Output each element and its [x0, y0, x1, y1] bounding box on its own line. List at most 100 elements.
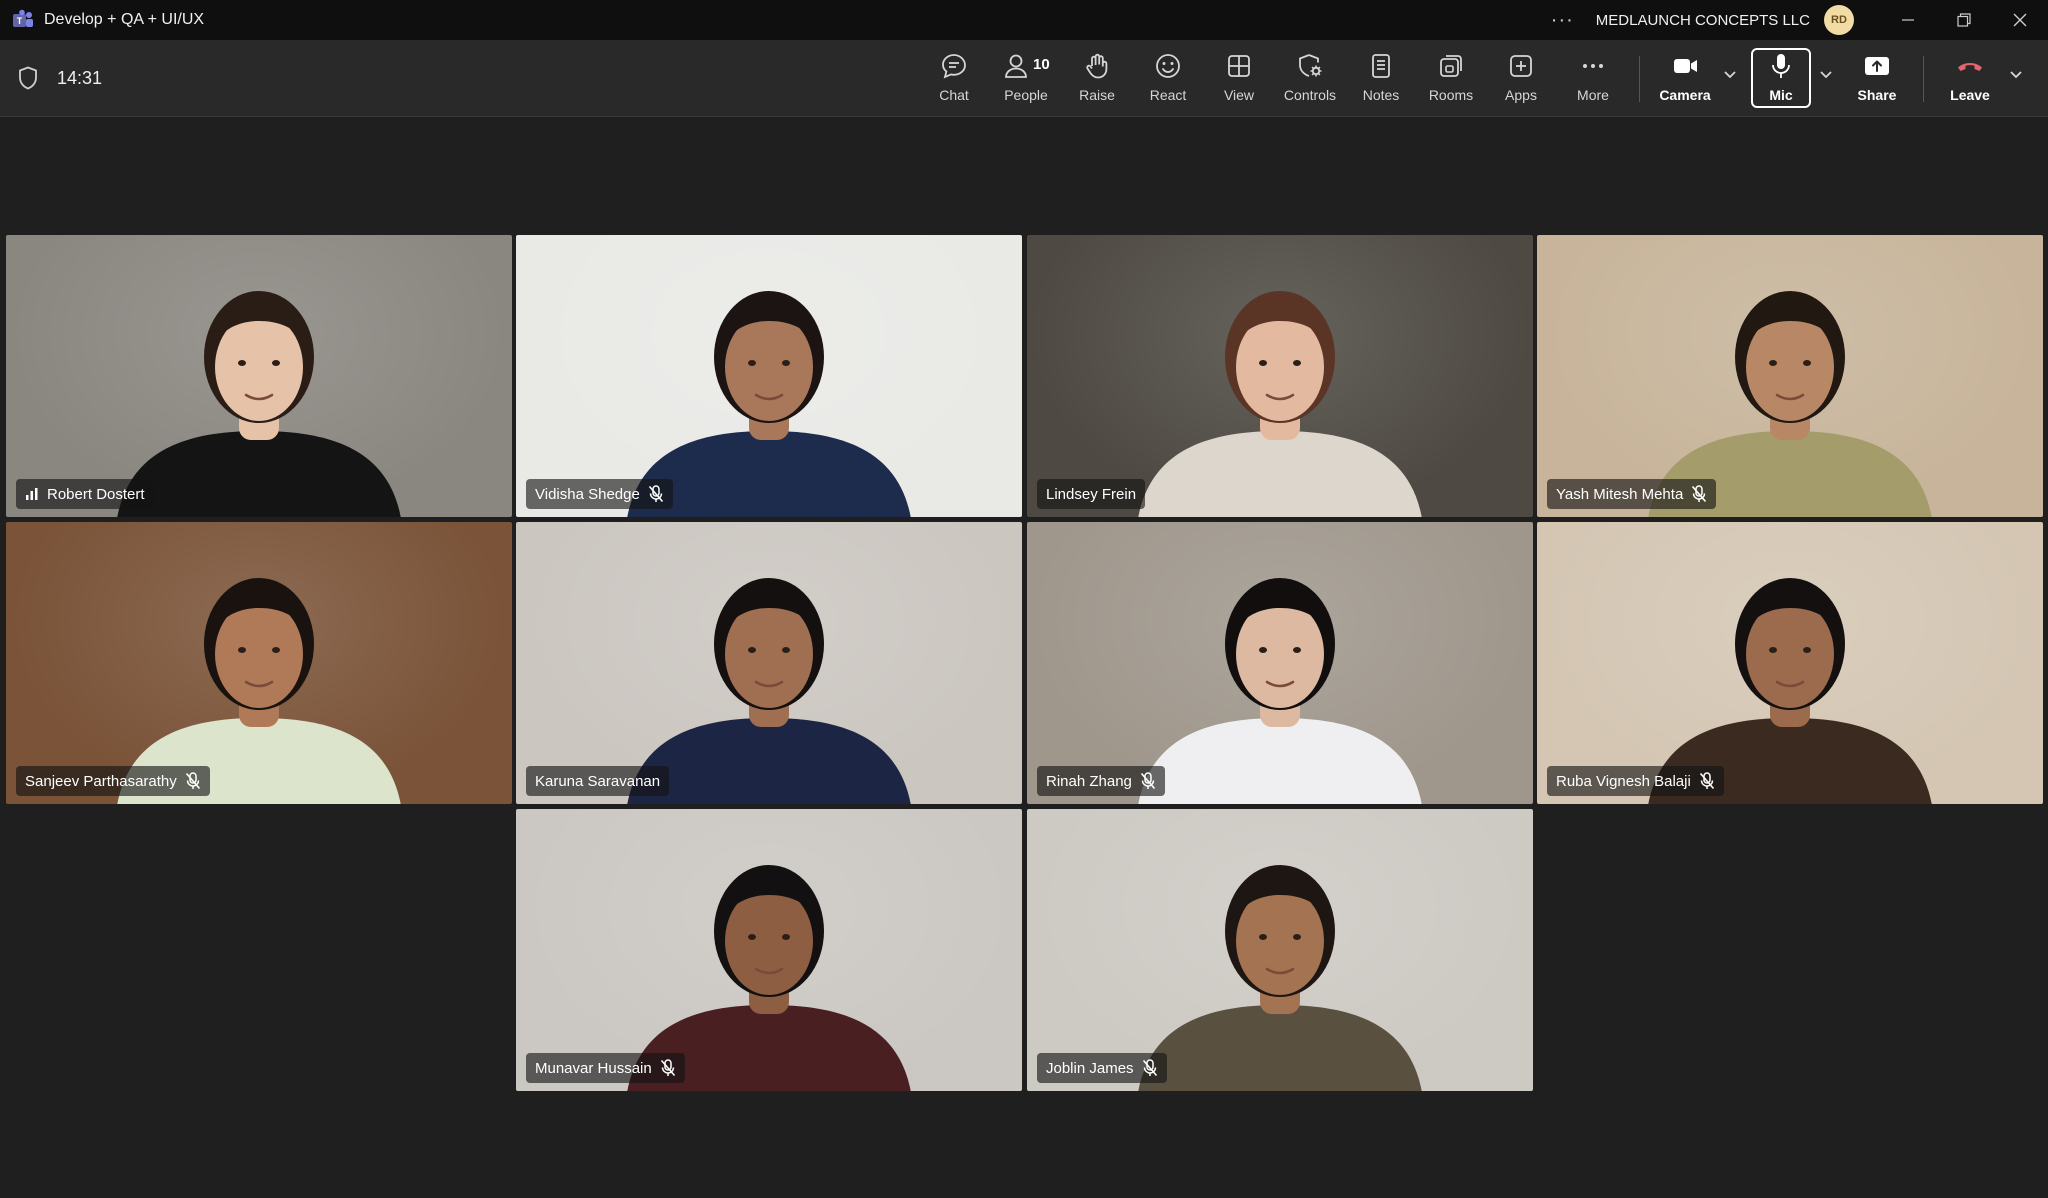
participant-name: Robert Dostert: [47, 485, 145, 503]
more-label: More: [1577, 87, 1609, 103]
speaking-indicator-icon: [26, 488, 38, 500]
rooms-label: Rooms: [1428, 87, 1474, 103]
window-title: Develop + QA + UI/UX: [44, 11, 205, 28]
more-dots-icon: [1583, 64, 1603, 68]
participant-name-tag: Joblin James: [1037, 1053, 1167, 1083]
chat-button[interactable]: Chat: [921, 52, 987, 112]
people-icon: [1005, 54, 1027, 78]
minimize-button[interactable]: [1880, 0, 1936, 40]
leave-options-chevron-icon[interactable]: [2009, 70, 2023, 80]
participant-video-feed: [627, 291, 911, 517]
raise-hand-icon: [1086, 53, 1108, 79]
notes-button[interactable]: Notes: [1348, 52, 1414, 112]
share-label: Share: [1857, 87, 1897, 103]
mic-muted-icon: [1140, 772, 1156, 790]
participant-tile[interactable]: Munavar Hussain: [516, 809, 1022, 1091]
more-button[interactable]: More: [1560, 52, 1626, 112]
svg-text:T: T: [17, 16, 23, 26]
participant-tile[interactable]: Yash Mitesh Mehta: [1537, 235, 2043, 517]
people-count: 10: [1033, 56, 1050, 73]
raise-label: Raise: [1079, 87, 1115, 103]
participant-name: Ruba Vignesh Balaji: [1556, 772, 1691, 790]
apps-label: Apps: [1505, 87, 1537, 103]
participant-tile[interactable]: Rinah Zhang: [1027, 522, 1533, 804]
organization-name: MEDLAUNCH CONCEPTS LLC: [1595, 11, 1810, 29]
mic-muted-icon: [1142, 1059, 1157, 1077]
title-bar: T Develop + QA + UI/UX ··· MEDLAUNCH CON…: [0, 0, 2048, 40]
participant-name: Rinah Zhang: [1046, 772, 1132, 790]
minimize-icon: [1902, 19, 1914, 21]
mic-active-outline: [1751, 48, 1811, 108]
account-avatar[interactable]: RD: [1824, 5, 1854, 35]
participant-name: Vidisha Shedge: [535, 485, 640, 503]
apps-button[interactable]: Apps: [1488, 52, 1554, 112]
mic-muted-icon: [1692, 485, 1707, 503]
restore-button[interactable]: [1936, 0, 1992, 40]
participant-video-feed: [1138, 578, 1422, 804]
share-button[interactable]: Share: [1844, 52, 1910, 112]
participant-tile[interactable]: Sanjeev Parthasarathy: [6, 522, 512, 804]
meeting-toolbar: 14:31 Chat 10 People Raise React View Co…: [0, 40, 2048, 117]
participant-tile[interactable]: Lindsey Frein: [1027, 235, 1533, 517]
notes-icon: [1372, 54, 1390, 78]
participant-tile[interactable]: Vidisha Shedge: [516, 235, 1022, 517]
participant-tile[interactable]: Ruba Vignesh Balaji: [1537, 522, 2043, 804]
share-screen-icon: [1865, 57, 1889, 75]
toolbar-divider: [1923, 56, 1924, 102]
mic-muted-icon: [185, 772, 200, 790]
people-label: People: [1004, 87, 1048, 103]
leave-button[interactable]: Leave: [1937, 52, 2003, 112]
chat-icon: [942, 54, 966, 79]
view-button[interactable]: View: [1206, 52, 1272, 112]
shield-icon: [19, 66, 37, 90]
controls-label: Controls: [1283, 87, 1337, 103]
participant-name-tag: Yash Mitesh Mehta: [1547, 479, 1717, 509]
participant-video-feed: [1138, 291, 1422, 517]
participant-video-feed: [1648, 578, 1932, 804]
hang-up-icon: [1958, 63, 1982, 71]
participant-name-tag: Rinah Zhang: [1037, 766, 1165, 796]
breakout-rooms-icon: [1440, 55, 1462, 77]
participant-name-tag: Lindsey Frein: [1037, 479, 1146, 509]
participant-name-tag: Vidisha Shedge: [526, 479, 673, 509]
participant-tile[interactable]: Karuna Saravanan: [516, 522, 1022, 804]
react-button[interactable]: React: [1135, 52, 1201, 112]
close-button[interactable]: [1992, 0, 2048, 40]
participant-tile[interactable]: Robert Dostert: [6, 235, 512, 517]
camera-options-chevron-icon[interactable]: [1723, 70, 1737, 80]
participant-name-tag: Sanjeev Parthasarathy: [16, 766, 210, 796]
mic-muted-icon: [660, 1059, 675, 1077]
participant-name: Yash Mitesh Mehta: [1556, 485, 1684, 503]
teams-logo-icon: T: [12, 9, 34, 31]
participant-name: Lindsey Frein: [1046, 485, 1137, 503]
participant-name: Karuna Saravanan: [535, 772, 661, 790]
camera-label: Camera: [1659, 87, 1711, 103]
apps-add-icon: [1510, 55, 1532, 77]
participant-name: Munavar Hussain: [535, 1059, 652, 1077]
participant-video-feed: [1138, 865, 1422, 1091]
view-grid-icon: [1228, 55, 1250, 77]
participant-video-feed: [117, 291, 401, 517]
participant-name-tag: Ruba Vignesh Balaji: [1547, 766, 1724, 796]
participant-tile[interactable]: Joblin James: [1027, 809, 1533, 1091]
camera-button[interactable]: Camera: [1652, 52, 1718, 112]
controls-button[interactable]: Controls: [1277, 52, 1343, 112]
rooms-button[interactable]: Rooms: [1418, 52, 1484, 112]
participant-video-feed: [1648, 291, 1932, 517]
toolbar-divider: [1639, 56, 1640, 102]
participant-name-tag: Robert Dostert: [16, 479, 154, 509]
raise-hand-button[interactable]: Raise: [1064, 52, 1130, 112]
participant-video-feed: [627, 865, 911, 1091]
close-icon: [2013, 13, 2027, 27]
mic-options-chevron-icon[interactable]: [1819, 70, 1833, 80]
participant-name: Sanjeev Parthasarathy: [25, 772, 177, 790]
controls-shield-icon: [1299, 54, 1322, 77]
people-button[interactable]: 10 People: [993, 52, 1059, 112]
chat-label: Chat: [939, 87, 969, 103]
camera-icon: [1674, 59, 1697, 73]
participant-name-tag: Munavar Hussain: [526, 1053, 685, 1083]
mic-muted-icon: [648, 485, 663, 503]
title-more-button[interactable]: ···: [1551, 9, 1574, 32]
react-label: React: [1149, 87, 1187, 103]
meeting-timer: 14:31: [57, 68, 103, 88]
